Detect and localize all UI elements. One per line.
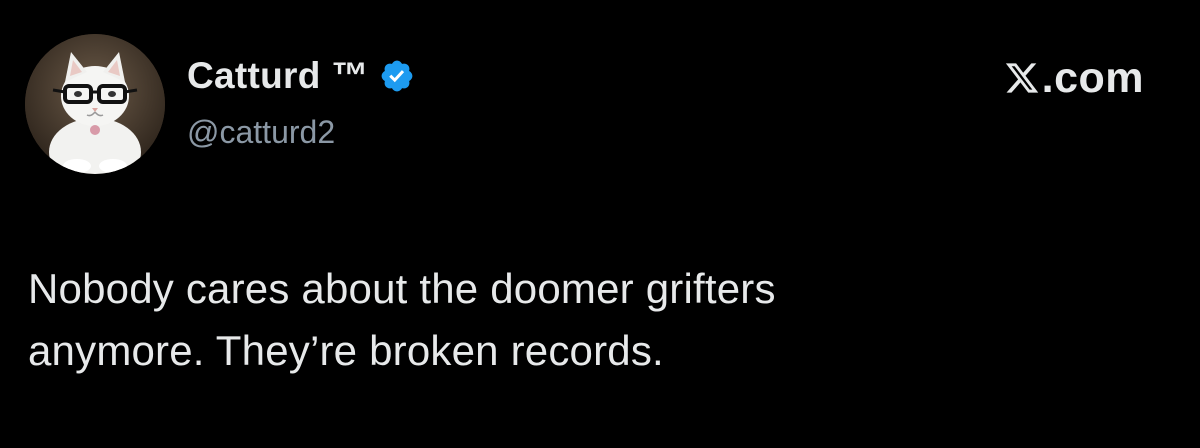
cat-with-glasses-avatar-icon: [25, 34, 165, 174]
handle[interactable]: @catturd2: [187, 114, 415, 151]
avatar[interactable]: [25, 34, 165, 174]
display-name[interactable]: Catturd ™: [187, 55, 369, 97]
tweet-card: Catturd ™ @catturd2 .com Nobody cares ab…: [0, 0, 1200, 448]
verified-badge-icon[interactable]: [379, 58, 415, 94]
brand-suffix: .com: [1041, 54, 1144, 102]
tweet-line: anymore. They’re broken records.: [28, 327, 664, 374]
tweet-text: Nobody cares about the doomer grifters a…: [28, 258, 1148, 382]
brand-watermark: .com: [1004, 54, 1144, 102]
author-info: Catturd ™ @catturd2: [187, 52, 415, 151]
x-logo-icon: [1004, 60, 1040, 96]
tweet-line: Nobody cares about the doomer grifters: [28, 265, 776, 312]
name-row: Catturd ™: [187, 52, 415, 100]
